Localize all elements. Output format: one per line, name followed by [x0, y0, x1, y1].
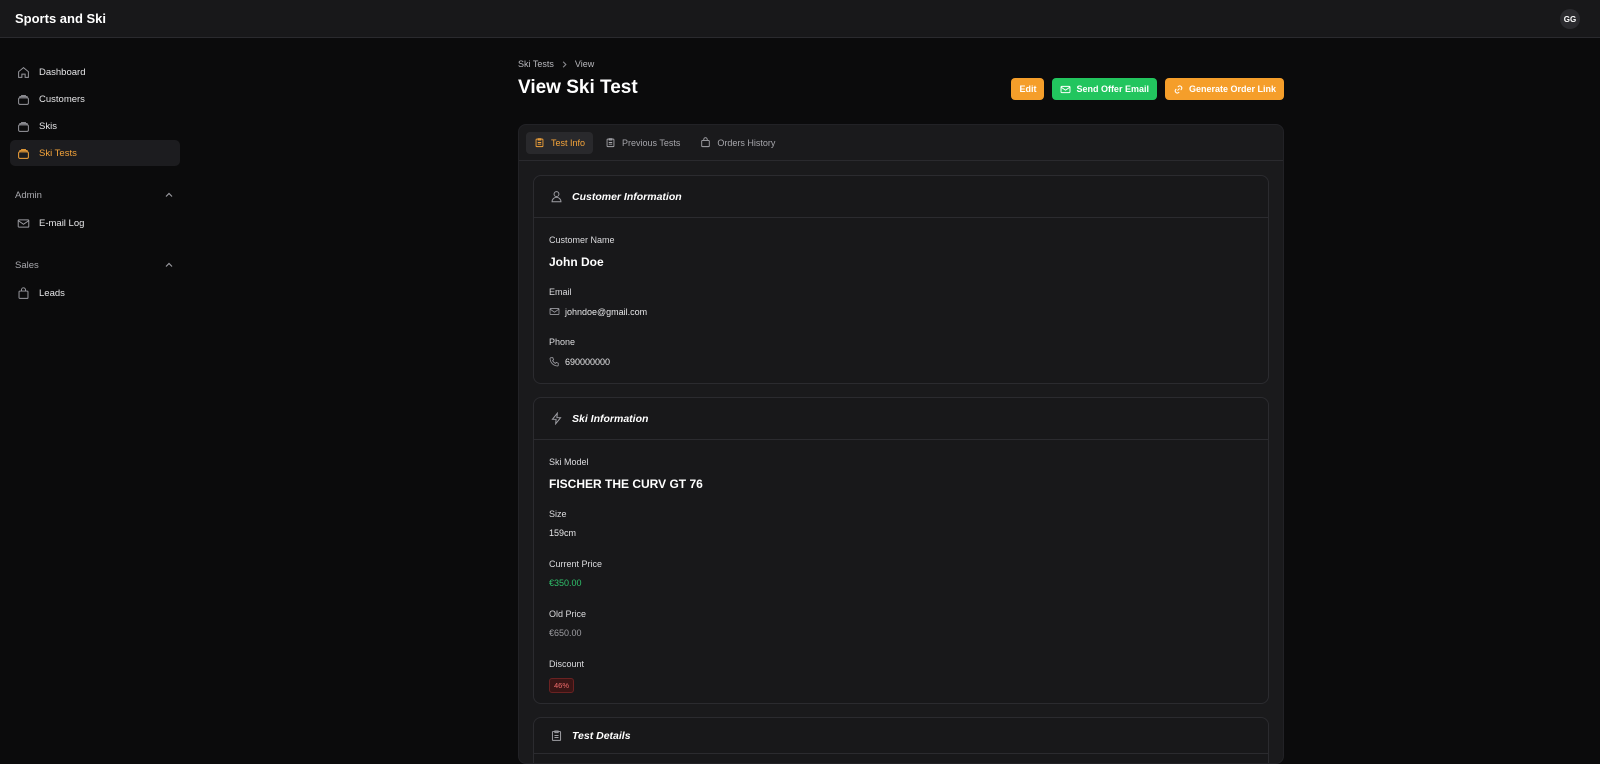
- clipboard-icon: [535, 138, 544, 148]
- card-title: Ski Information: [572, 412, 649, 425]
- box-icon: [16, 119, 30, 133]
- card-title: Customer Information: [572, 190, 682, 203]
- sidebar-item-label: Dashboard: [39, 66, 86, 78]
- chevron-right-icon: [562, 60, 567, 68]
- sidebar-item-dashboard[interactable]: Dashboard: [10, 59, 180, 85]
- generate-order-link-button[interactable]: Generate Order Link: [1164, 78, 1284, 100]
- breadcrumb: Ski Tests View: [518, 59, 594, 69]
- field-label: Current Price: [549, 559, 603, 569]
- sidebar-item-skis[interactable]: Skis: [10, 113, 180, 139]
- customer-name-value: John Doe: [549, 255, 604, 269]
- phone-field: Phone 690000000: [549, 337, 610, 367]
- discount-field: Discount 46%: [549, 659, 584, 693]
- box-icon: [16, 146, 30, 160]
- phone-icon: [549, 357, 559, 367]
- sidebar-item-ski-tests[interactable]: Ski Tests: [10, 140, 180, 166]
- link-icon: [1174, 85, 1183, 93]
- tab-label: Test Info: [551, 137, 586, 148]
- bag-icon: [701, 137, 711, 148]
- mail-icon: [16, 216, 30, 230]
- email-value: johndoe@gmail.com: [565, 306, 648, 317]
- old-price-field: Old Price €650.00: [549, 609, 586, 638]
- field-label: Email: [549, 287, 572, 297]
- app-title[interactable]: Sports and Ski: [15, 11, 106, 26]
- edit-button-label: Edit: [1019, 84, 1037, 94]
- user-icon: [551, 191, 562, 203]
- tab-label: Orders History: [717, 137, 776, 148]
- sidebar-item-leads[interactable]: Leads: [10, 280, 180, 306]
- customer-name-field: Customer Name John Doe: [549, 235, 615, 269]
- test-panel: Test Info Previous Tests Orders History …: [518, 124, 1284, 764]
- breadcrumb-current: View: [574, 59, 595, 69]
- mail-icon: [549, 307, 560, 316]
- phone-value: 690000000: [565, 356, 611, 367]
- size-field: Size 159cm: [549, 509, 576, 538]
- sidebar-group-label: Admin: [15, 189, 42, 201]
- sidebar: Dashboard Customers Skis Ski Tests Admin…: [0, 38, 190, 754]
- card-header: Test Details: [534, 718, 1268, 754]
- field-label: Size: [549, 509, 567, 519]
- ski-information-card: Ski Information Ski Model FISCHER THE CU…: [533, 397, 1269, 704]
- sidebar-item-label: Leads: [39, 287, 65, 299]
- customer-information-card: Customer Information Customer Name John …: [533, 175, 1269, 384]
- email-value-row[interactable]: johndoe@gmail.com: [549, 306, 647, 317]
- tab-label: Previous Tests: [622, 137, 681, 148]
- current-price-value: €350.00: [549, 578, 582, 588]
- chevron-up-icon: [165, 262, 173, 267]
- clipboard-icon: [551, 730, 562, 741]
- phone-value-row[interactable]: 690000000: [549, 356, 610, 367]
- chevron-up-icon: [165, 192, 173, 197]
- discount-badge: 46%: [549, 678, 575, 693]
- mail-icon: [1060, 85, 1071, 93]
- page-title: View Ski Test: [518, 77, 638, 98]
- bag-icon: [16, 286, 30, 300]
- sidebar-group-sales[interactable]: Sales: [15, 254, 174, 276]
- clipboard-icon: [606, 138, 615, 148]
- card-header: Ski Information: [534, 398, 1268, 440]
- edit-button[interactable]: Edit: [1011, 78, 1045, 100]
- tab-bar: Test Info Previous Tests Orders History: [519, 125, 1283, 161]
- tab-orders-history[interactable]: Orders History: [692, 132, 783, 154]
- ski-model-value: FISCHER THE CURV GT 76: [549, 477, 703, 491]
- email-field: Email johndoe@gmail.com: [549, 287, 647, 317]
- action-bar: Edit Send Offer Email Generate Order Lin…: [1011, 78, 1284, 100]
- sidebar-item-email-log[interactable]: E-mail Log: [10, 210, 180, 236]
- avatar[interactable]: GG: [1560, 9, 1580, 29]
- top-bar: Sports and Ski GG: [0, 0, 1600, 38]
- sidebar-item-label: Customers: [39, 93, 85, 105]
- test-details-card: Test Details: [533, 717, 1269, 763]
- sidebar-item-customers[interactable]: Customers: [10, 86, 180, 112]
- card-title: Test Details: [572, 729, 631, 742]
- card-header: Customer Information: [534, 176, 1268, 218]
- current-price-field: Current Price €350.00: [549, 559, 602, 588]
- sidebar-group-admin[interactable]: Admin: [15, 184, 174, 206]
- field-label: Old Price: [549, 609, 587, 619]
- sidebar-item-label: Ski Tests: [39, 147, 77, 159]
- sidebar-item-label: E-mail Log: [39, 217, 85, 229]
- home-icon: [16, 65, 30, 79]
- lightning-icon: [551, 412, 562, 425]
- field-label: Phone: [549, 337, 576, 347]
- sidebar-item-label: Skis: [39, 120, 57, 132]
- send-offer-email-label: Send Offer Email: [1076, 84, 1149, 94]
- ski-model-field: Ski Model FISCHER THE CURV GT 76: [549, 457, 703, 491]
- size-value: 159cm: [549, 528, 577, 538]
- generate-order-link-label: Generate Order Link: [1188, 84, 1276, 94]
- tab-test-info[interactable]: Test Info: [526, 131, 594, 154]
- box-icon: [16, 92, 30, 106]
- field-label: Ski Model: [549, 457, 589, 467]
- field-label: Customer Name: [549, 235, 615, 245]
- send-offer-email-button[interactable]: Send Offer Email: [1052, 78, 1157, 100]
- tab-previous-tests[interactable]: Previous Tests: [597, 132, 688, 154]
- old-price-value: €650.00: [549, 628, 582, 638]
- sidebar-group-label: Sales: [15, 259, 39, 271]
- field-label: Discount: [549, 659, 585, 669]
- breadcrumb-parent[interactable]: Ski Tests: [518, 59, 554, 69]
